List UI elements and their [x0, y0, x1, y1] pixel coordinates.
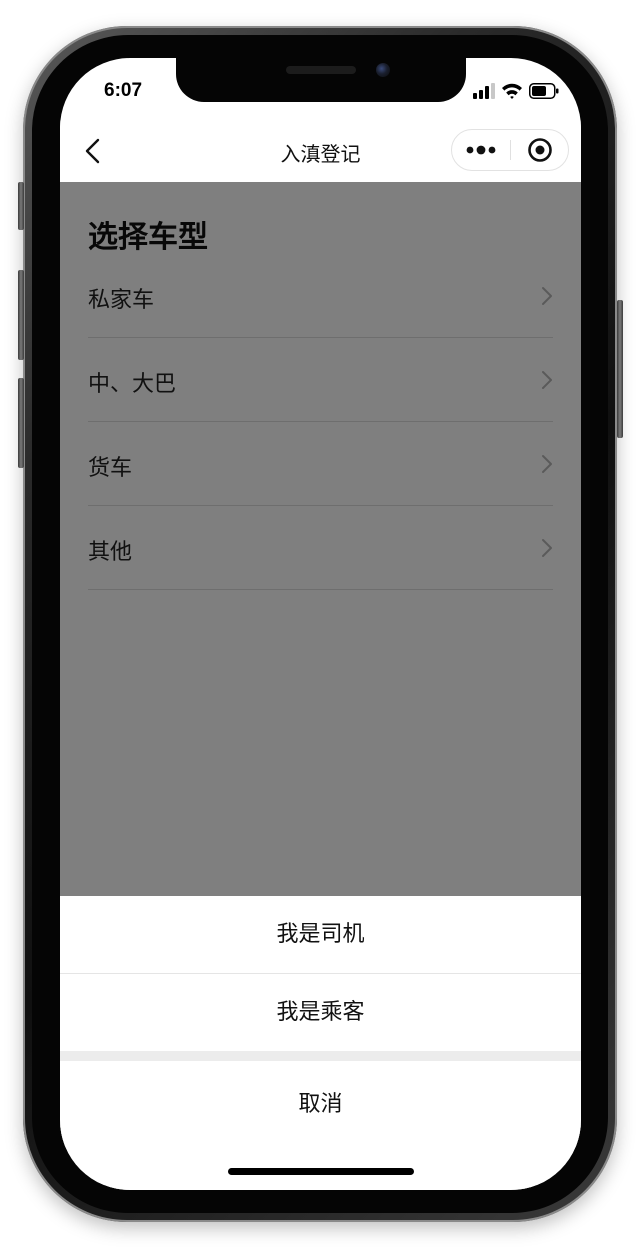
volume-up-button — [18, 270, 24, 360]
wifi-icon — [502, 83, 522, 99]
power-button — [617, 300, 623, 438]
cancel-button[interactable]: 取消 — [60, 1061, 581, 1149]
driver-option-button[interactable]: 我是司机 — [60, 896, 581, 973]
mini-program-capsule — [451, 129, 569, 171]
signal-icon — [473, 83, 495, 99]
front-camera — [376, 63, 390, 77]
phone-screen: 6:07 入滇登记 我是司机 我是乘客 取消 — [60, 58, 581, 1190]
battery-icon — [529, 83, 559, 99]
more-dots-icon — [466, 145, 496, 155]
speaker-grille — [286, 66, 356, 74]
action-sheet: 我是司机 我是乘客 取消 — [60, 896, 581, 1190]
more-button[interactable] — [452, 130, 510, 170]
sheet-gap — [60, 1051, 581, 1061]
status-icons — [473, 82, 559, 100]
volume-down-button — [18, 378, 24, 468]
silent-switch — [18, 182, 24, 230]
home-indicator[interactable] — [228, 1168, 414, 1175]
target-icon — [528, 138, 552, 162]
nav-bar: 入滇登记 — [60, 120, 581, 182]
close-miniprogram-button[interactable] — [511, 130, 569, 170]
status-time: 6:07 — [104, 80, 143, 101]
passenger-option-button[interactable]: 我是乘客 — [60, 974, 581, 1051]
notch — [176, 58, 466, 102]
